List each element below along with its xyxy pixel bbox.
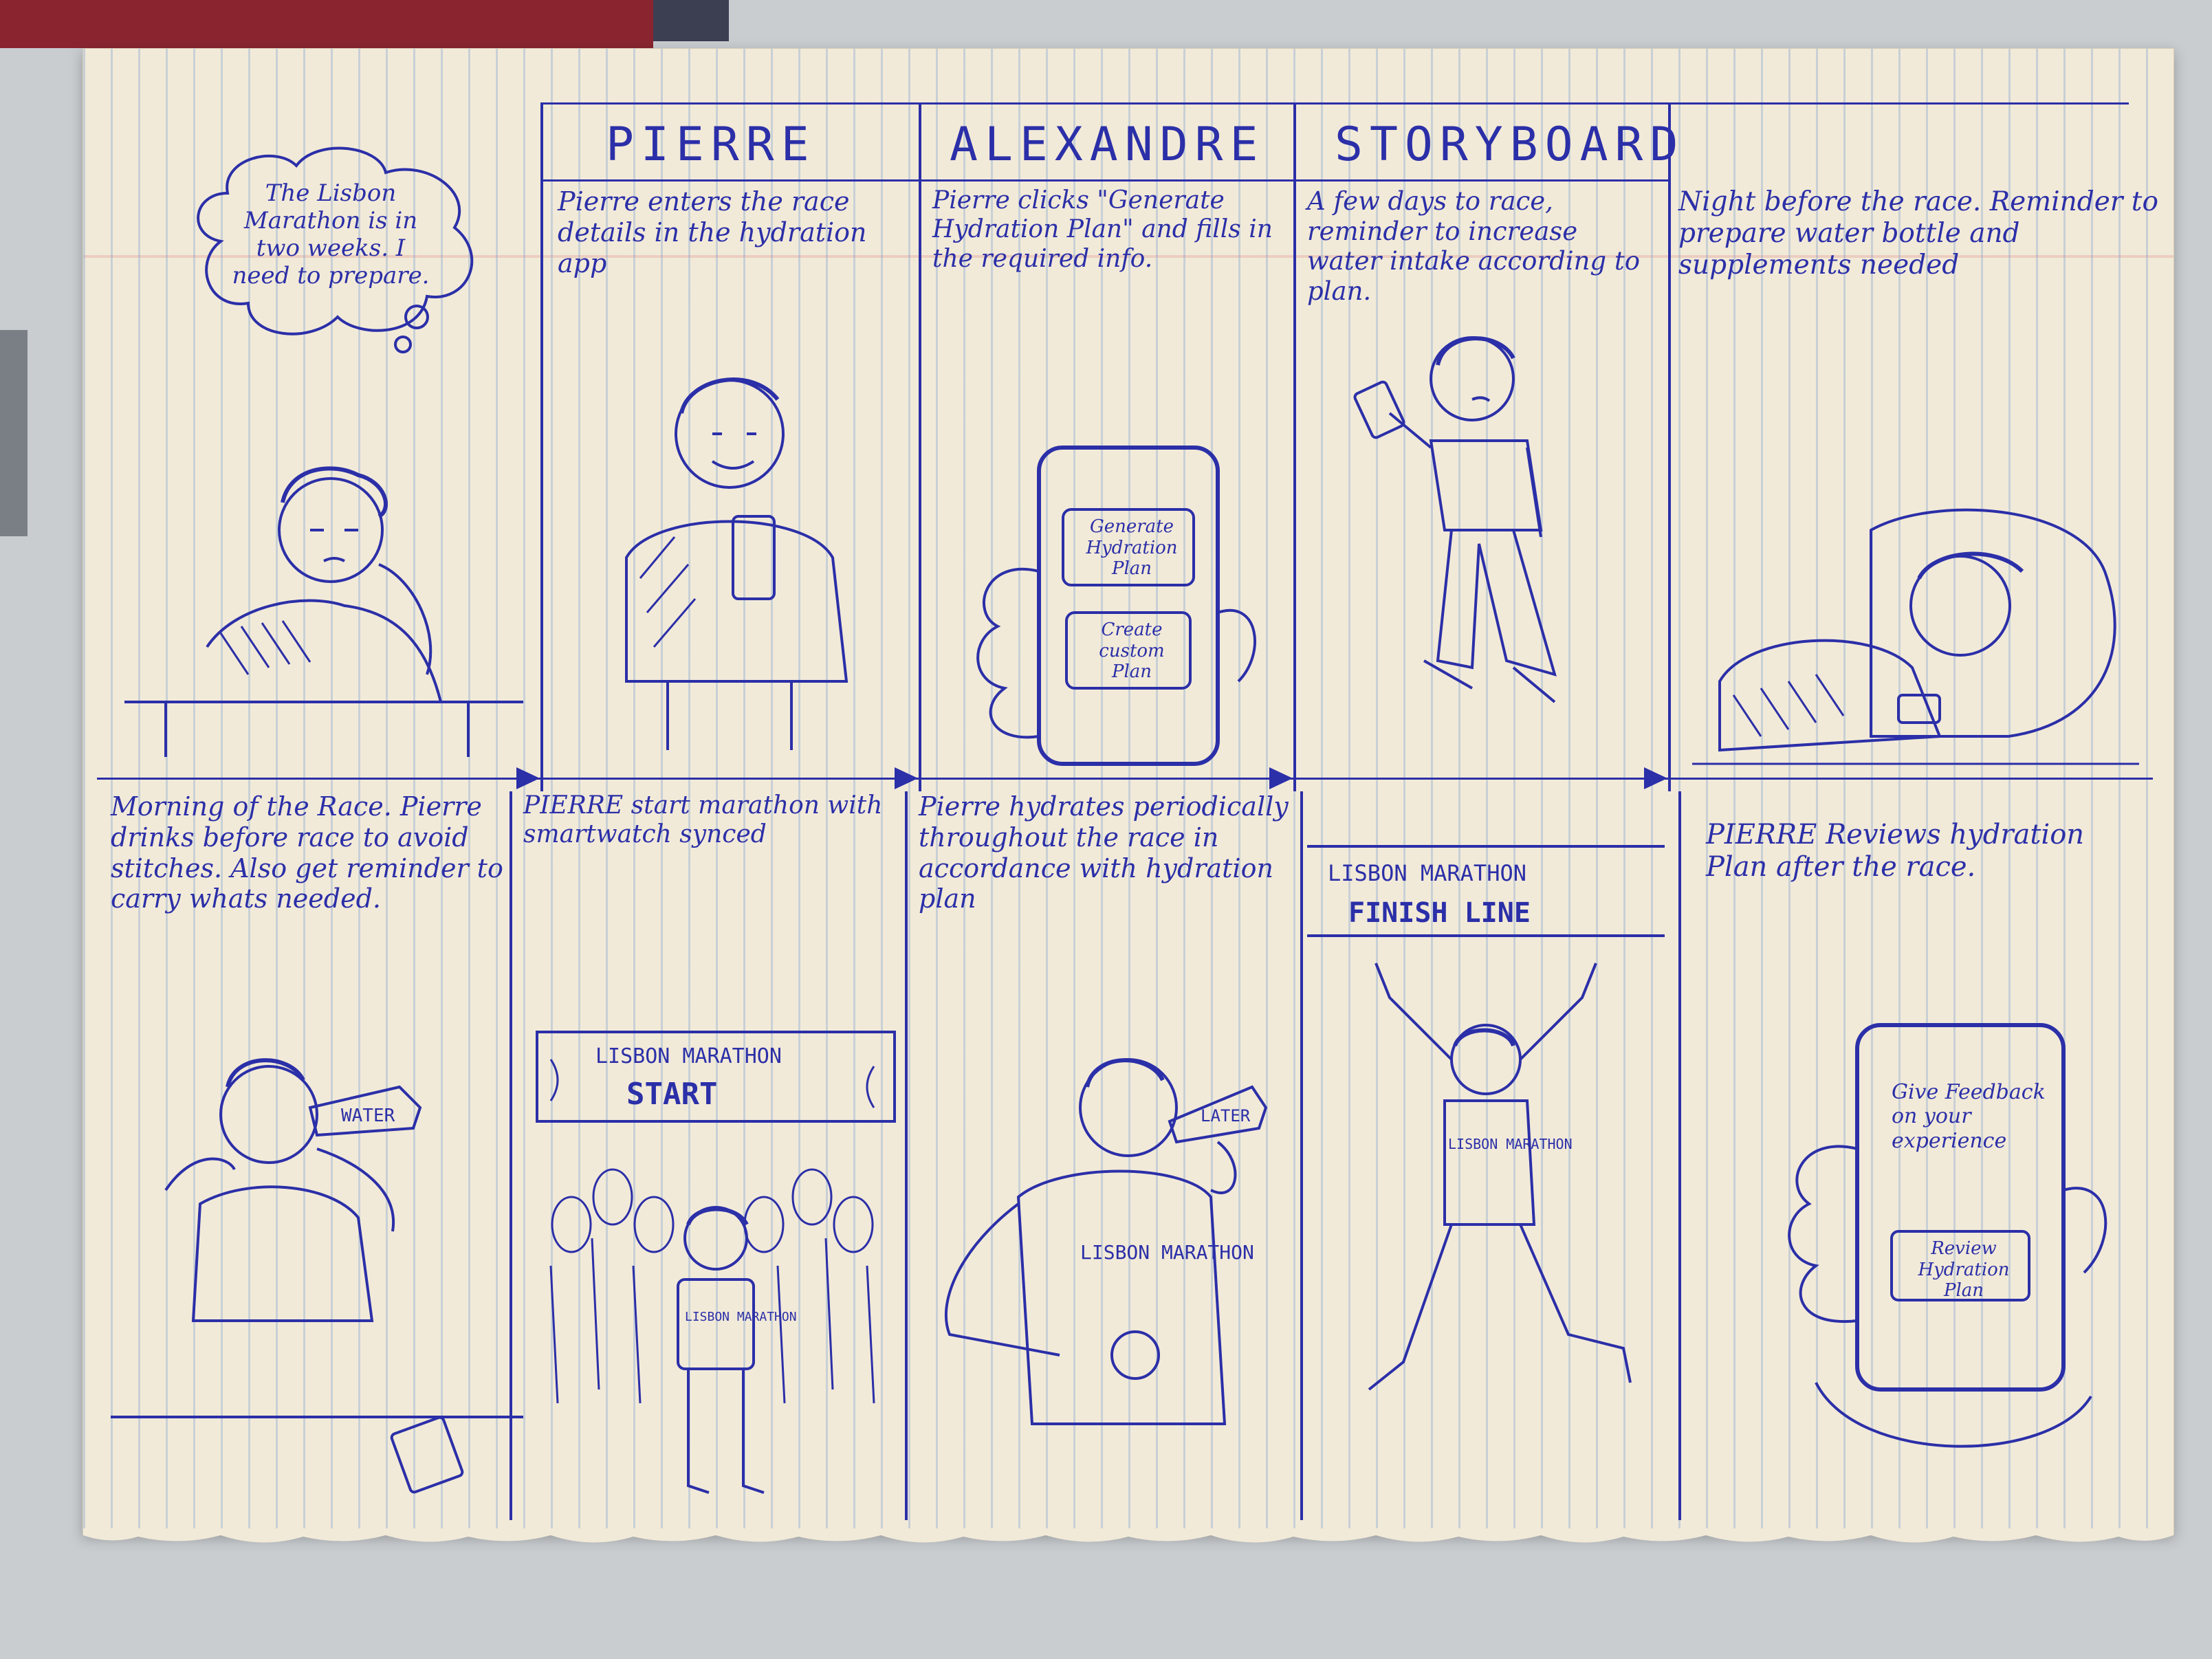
generate-plan-button[interactable]: Generate Hydration Plan — [1073, 516, 1190, 580]
panel-divider — [919, 104, 921, 791]
title-word-3: STORYBOARD — [1335, 118, 1685, 172]
panel-divider — [540, 104, 543, 791]
flow-arrow — [895, 767, 918, 789]
start-banner-title: LISBON MARATHON — [595, 1044, 782, 1068]
custom-plan-button[interactable]: Create custom Plan — [1077, 619, 1187, 683]
caption-text: Night before the race. Reminder to prepa… — [1678, 186, 2158, 281]
torn-edge — [83, 1528, 2173, 1543]
caption-text: A few days to race, reminder to increase… — [1307, 186, 1641, 306]
man-drinking-water-illustration: WATER — [111, 1058, 523, 1494]
desk-fabric — [0, 0, 653, 48]
runner-drinking-illustration: LATER LISBON MARATHON — [944, 1058, 1268, 1425]
panel-divider — [905, 791, 908, 1520]
panel-divider — [1678, 791, 1681, 1520]
pensive-man-illustration — [124, 466, 523, 757]
flow-arrow — [1269, 767, 1293, 789]
review-plan-button[interactable]: Review Hydration Plan — [1902, 1238, 2026, 1301]
bottle-label: LATER — [1201, 1106, 1251, 1125]
caption-text: Pierre clicks "Generate Hydration Plan" … — [932, 186, 1273, 273]
walking-man-illustration — [1353, 336, 1557, 703]
title-word-2: ALEXANDRE — [950, 118, 1265, 172]
panel-divider — [1668, 104, 1671, 791]
bottle-label: WATER — [341, 1106, 395, 1126]
man-with-phone-illustration — [625, 377, 848, 750]
desk-object — [0, 330, 28, 536]
desk-object — [653, 0, 729, 41]
runner-shirt: LISBON MARATHON — [685, 1310, 797, 1324]
header-top-line — [540, 102, 2129, 105]
finish-banner-sub: FINISH LINE — [1348, 897, 1531, 929]
caption-text: Pierre hydrates periodically throughout … — [919, 791, 1289, 914]
man-in-bed-illustration — [1692, 508, 2139, 765]
storyboard-sheet: PIERRE ALEXANDRE STORYBOARD The Lisbon M… — [83, 48, 2174, 1543]
thought-text: The Lisbon Marathon is in two weeks. I n… — [232, 179, 430, 290]
start-banner-sub: START — [626, 1077, 717, 1112]
title-word-1: PIERRE — [606, 118, 816, 172]
caption-text: PIERRE start marathon with smartwatch sy… — [523, 791, 883, 849]
caption-text: Pierre enters the race details in the hy… — [558, 186, 867, 278]
phone-in-hand-illustration — [976, 446, 1256, 766]
feedback-text: Give Feedback on your experience — [1892, 1080, 2046, 1153]
panel-divider — [1293, 104, 1296, 791]
race-start-illustration: LISBON MARATHON START LISBON MARATHON — [536, 1031, 896, 1494]
header-bottom-line — [540, 179, 1668, 182]
runner-shirt: LISBON MARATHON — [1448, 1136, 1573, 1152]
caption-text: Morning of the Race. Pierre drinks befor… — [111, 791, 503, 914]
runner-shirt: LISBON MARATHON — [1080, 1241, 1254, 1264]
finish-line-illustration: LISBON MARATHON FINISH LINE LISBON MARAT… — [1307, 845, 1665, 1391]
caption-text: PIERRE Reviews hydration Plan after the … — [1706, 819, 2085, 883]
flow-arrow — [1644, 767, 1667, 789]
finish-banner-title: LISBON MARATHON — [1328, 860, 1526, 886]
